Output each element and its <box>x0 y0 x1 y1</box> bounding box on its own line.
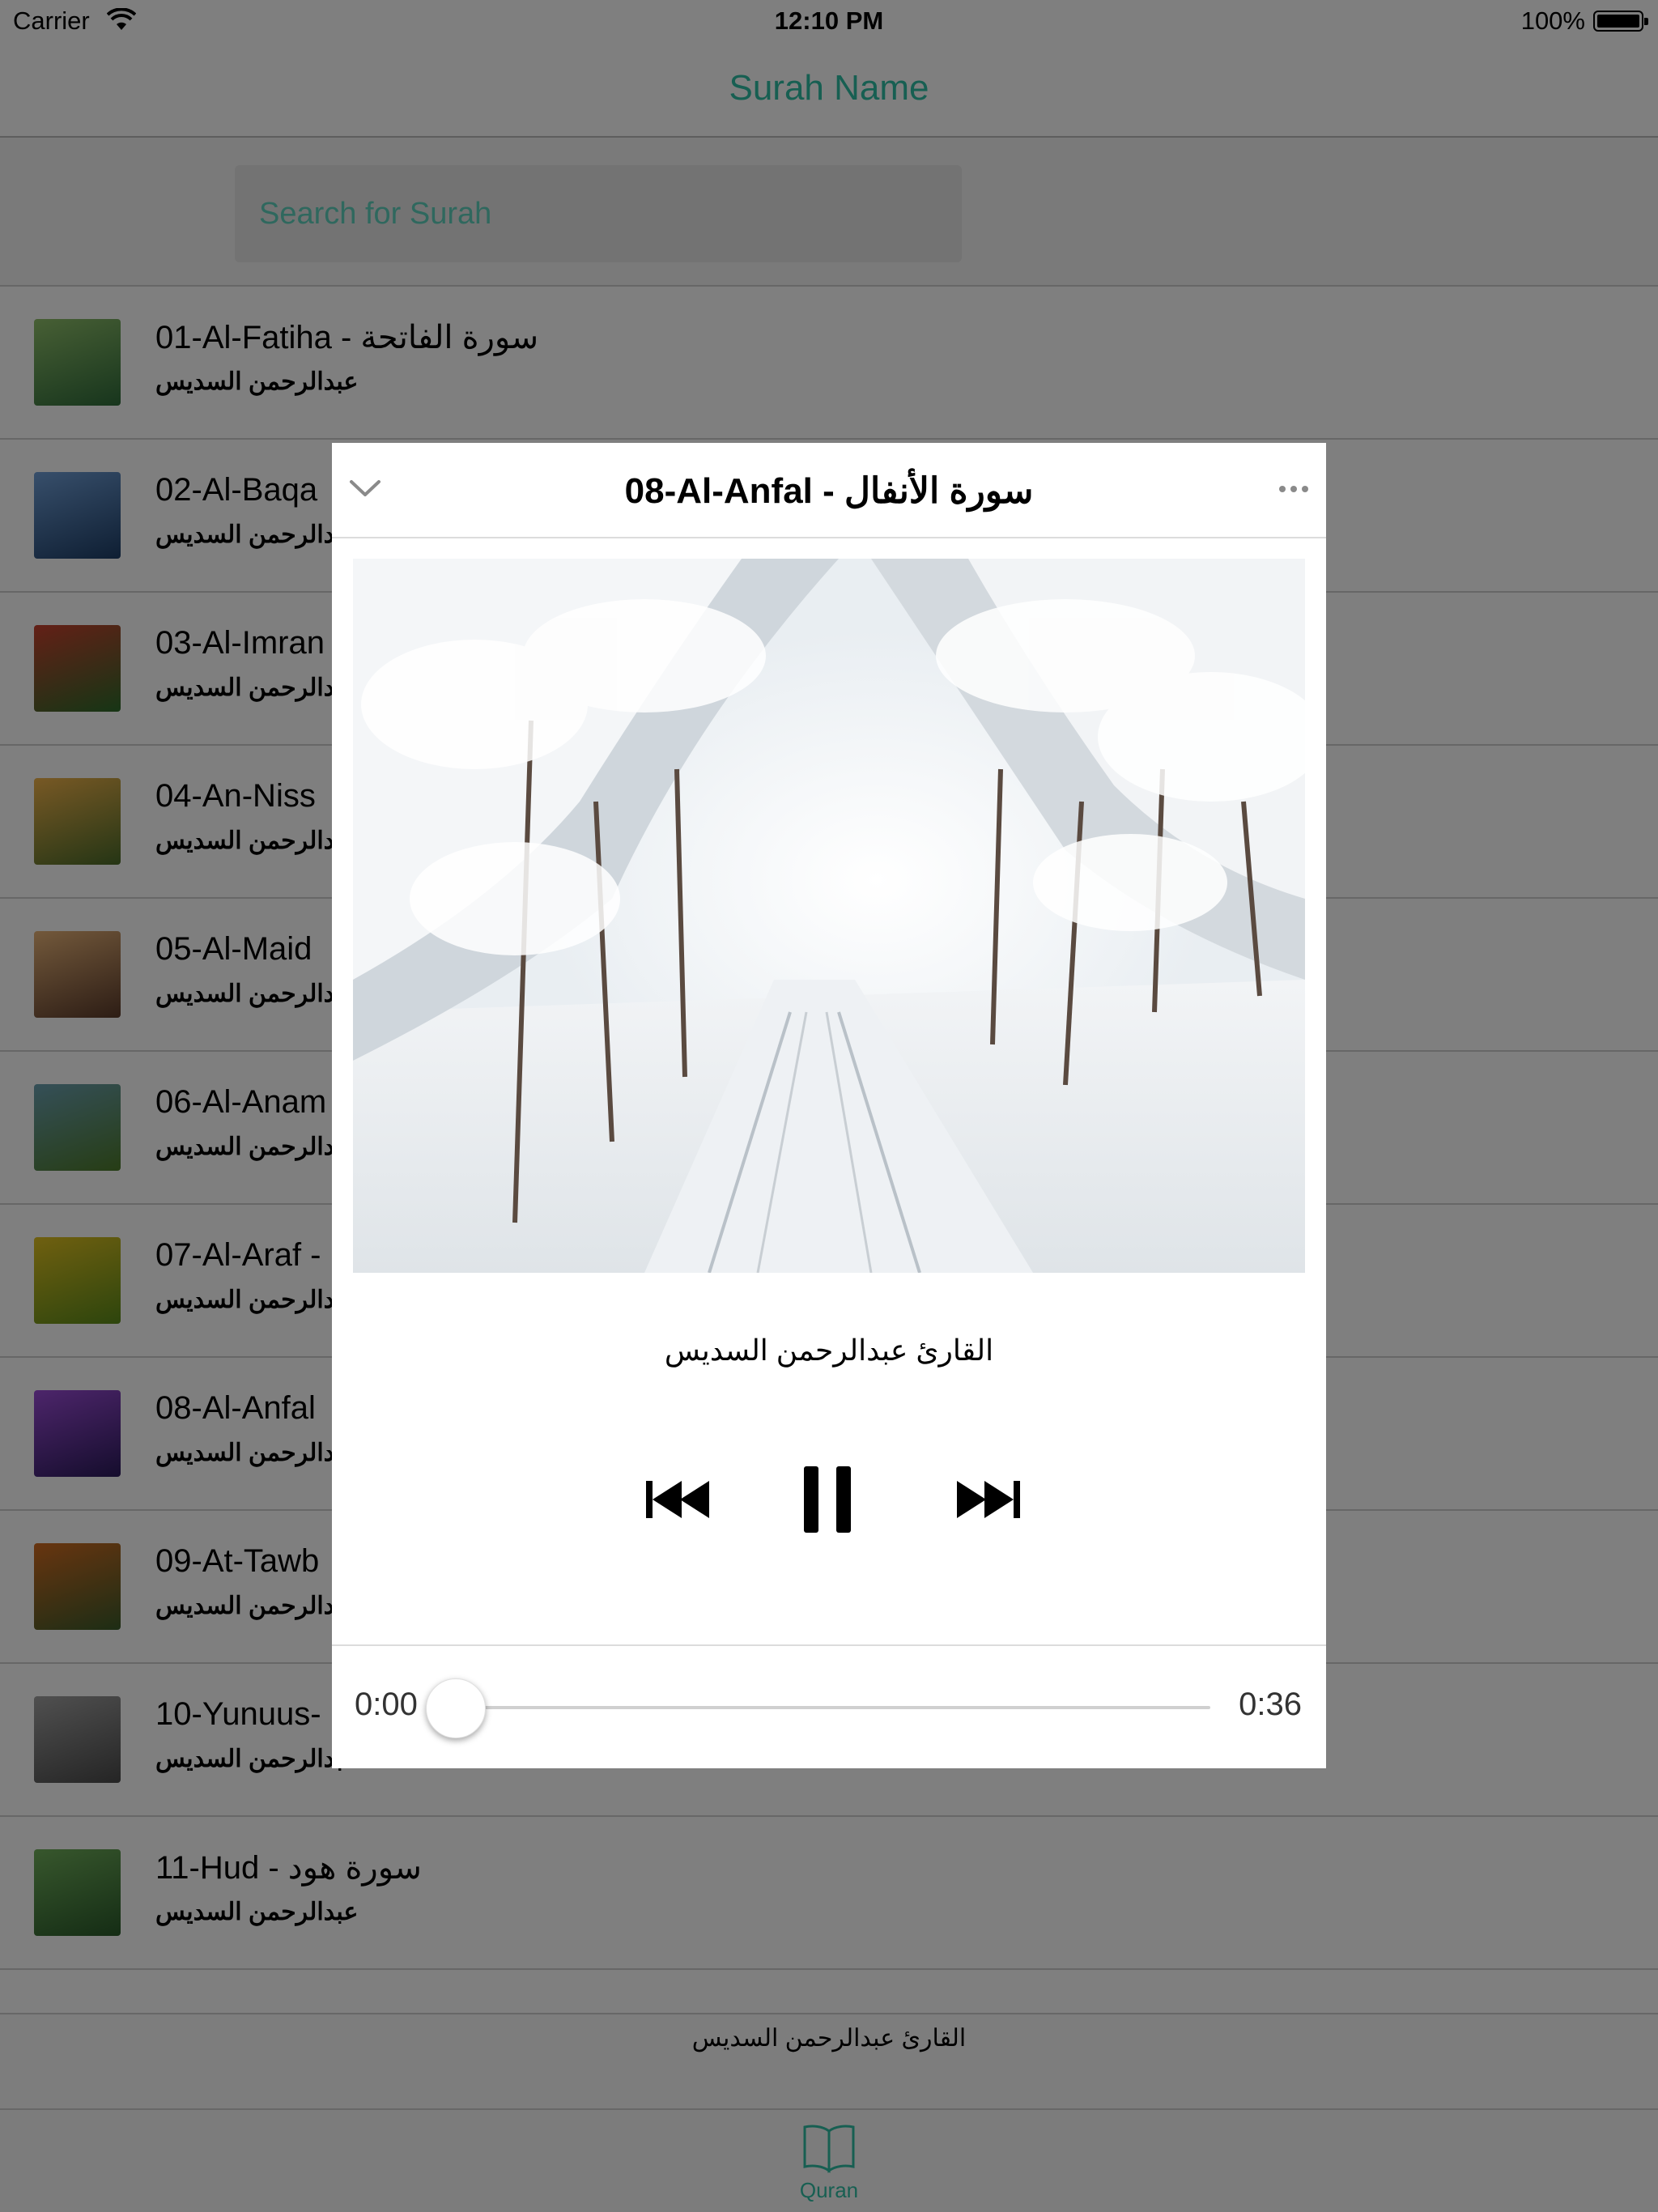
album-artwork <box>353 559 1305 1273</box>
player-header: 08-Al-Anfal - سورة الأنفال <box>332 443 1326 538</box>
now-playing-modal: 08-Al-Anfal - سورة الأنفال القارئ عبدالر… <box>332 443 1326 1768</box>
track-title: 08-Al-Anfal - سورة الأنفال <box>624 471 1034 511</box>
elapsed-time: 0:00 <box>355 1687 418 1722</box>
progress-slider[interactable] <box>449 1706 1210 1709</box>
reciter-name: القارئ عبدالرحمن السديس <box>664 1334 994 1367</box>
progress-area: 0:00 0:36 <box>332 1644 1326 1768</box>
total-duration: 0:36 <box>1239 1687 1302 1722</box>
progress-knob[interactable] <box>426 1678 486 1738</box>
pause-icon[interactable] <box>783 1455 872 1544</box>
more-options-icon[interactable] <box>1278 483 1310 495</box>
next-track-icon[interactable] <box>946 1455 1035 1544</box>
playback-controls <box>332 1455 1326 1544</box>
previous-track-icon[interactable] <box>631 1455 721 1544</box>
